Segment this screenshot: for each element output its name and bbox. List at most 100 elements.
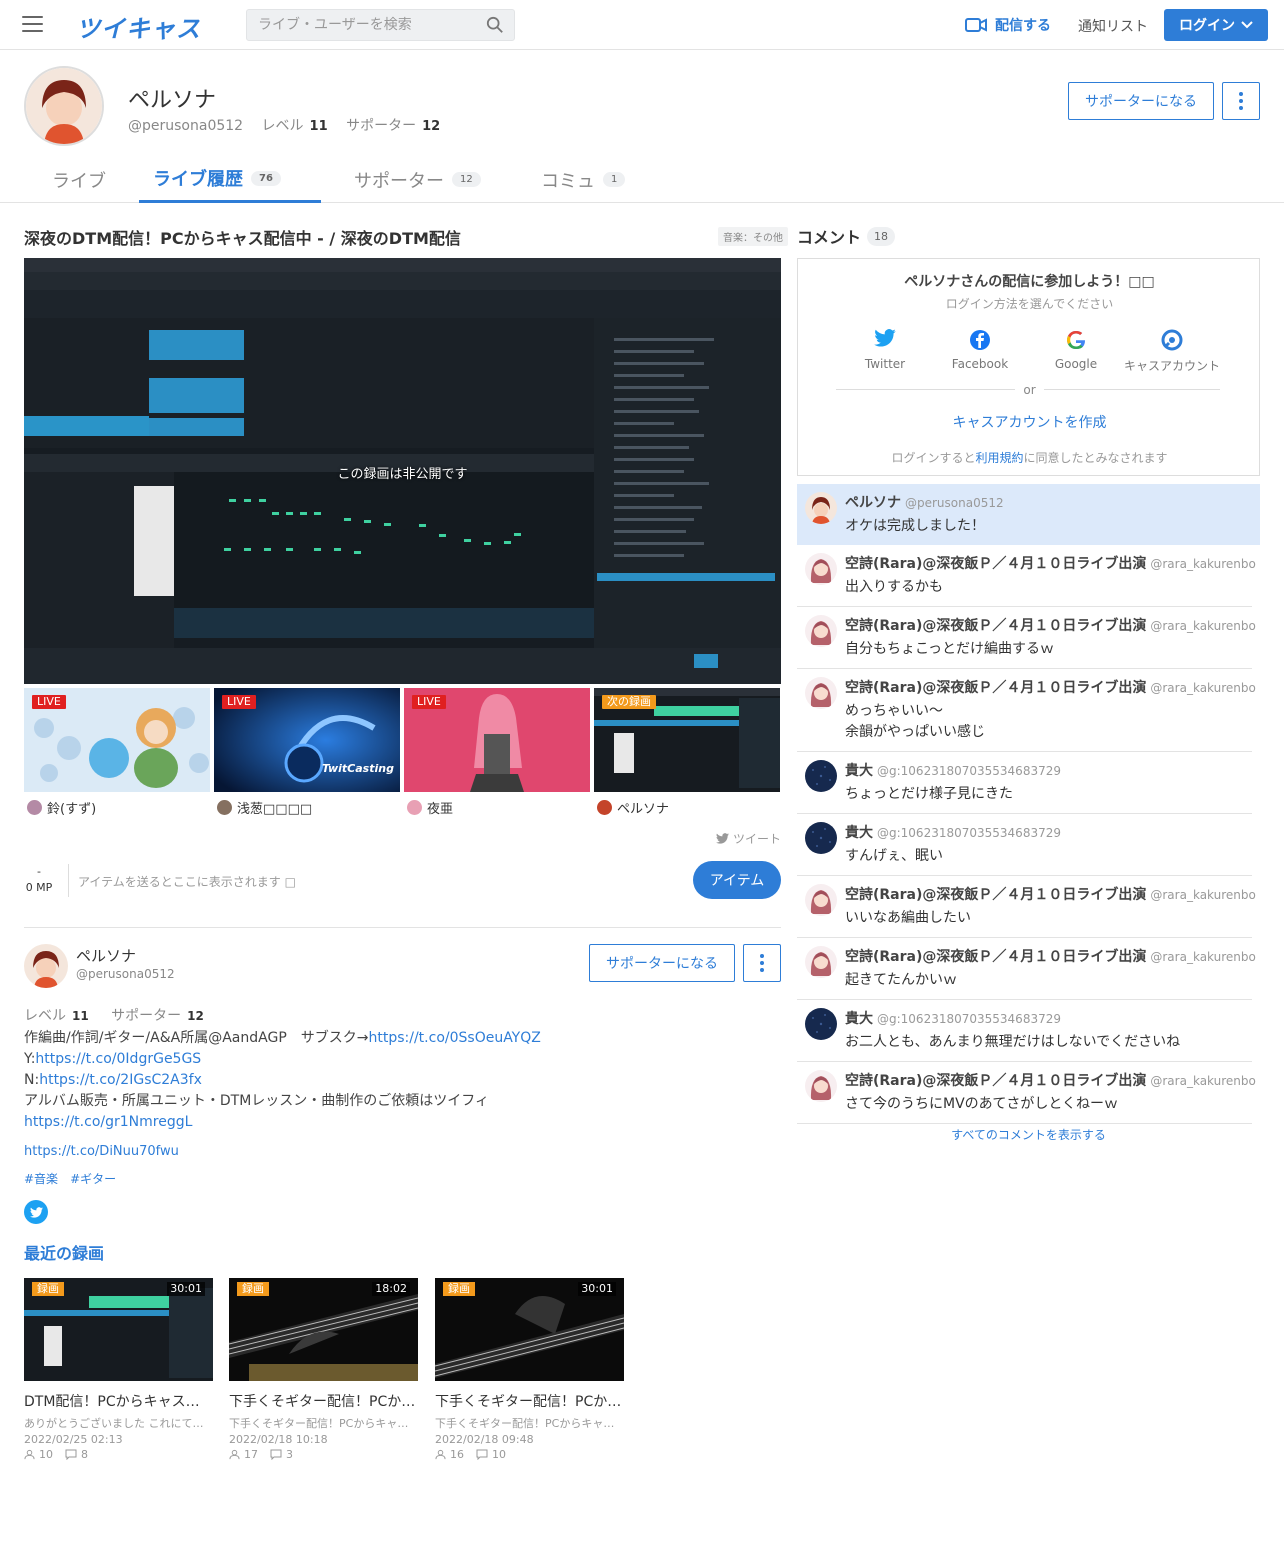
hashtag-link[interactable]: #音楽 — [24, 1170, 58, 1187]
search-input[interactable] — [247, 10, 475, 40]
item-hint: アイテムを送るとここに表示されます □ — [78, 875, 296, 889]
comment-avatar[interactable] — [805, 760, 837, 792]
comment-user-name[interactable]: 貴大 — [845, 825, 873, 841]
twitter-icon — [874, 329, 896, 347]
comment-user-name[interactable]: 貴大 — [845, 1011, 873, 1027]
comment-avatar[interactable] — [805, 946, 837, 978]
twitter-login-button[interactable]: Twitter — [830, 329, 940, 371]
level-label: レベル — [24, 1008, 66, 1024]
tab-live[interactable]: ライブ — [38, 156, 120, 203]
comment-count: 3 — [286, 1448, 293, 1461]
comment-avatar[interactable] — [805, 492, 837, 524]
live-thumb[interactable]: TwitCasting LIVE 浅葱□□□□ — [214, 688, 400, 817]
hashtag-link[interactable]: #ギター — [70, 1170, 116, 1187]
genre-tag[interactable]: 音楽：その他 — [718, 227, 788, 246]
comment-avatar[interactable] — [805, 677, 837, 709]
tab-community[interactable]: コミュ 1 — [527, 156, 639, 203]
comment-avatar[interactable] — [805, 615, 837, 647]
cas-account-login-button[interactable]: キャスアカウント — [1117, 329, 1227, 374]
bio-text: アルバム販売・所属ユニット・DTMレッスン・曲制作のご依頼はツイフィ — [24, 1093, 489, 1109]
sns-label: Twitter — [864, 357, 906, 371]
live-thumb[interactable]: LIVE 鈴(すず) — [24, 688, 210, 817]
comment-avatar[interactable] — [805, 553, 837, 585]
login-button[interactable]: ログイン — [1164, 9, 1268, 41]
more-options-button[interactable] — [1222, 82, 1260, 120]
owner-stats: レベル 11 サポーター 12 — [24, 1005, 222, 1025]
sns-label: キャスアカウント — [1123, 359, 1220, 373]
live-badge: LIVE — [412, 695, 446, 709]
live-thumb[interactable]: LIVE 夜亜 — [404, 688, 590, 817]
next-badge: 次の録画 — [602, 695, 656, 709]
live-badge: LIVE — [222, 695, 256, 709]
recording-card[interactable]: 録画 18:02 下手くそギター配信！PCからキャス配信中 下手くそギター配信！… — [229, 1274, 418, 1461]
search-icon[interactable] — [486, 16, 504, 34]
show-all-comments-link[interactable]: すべてのコメントを表示する — [797, 1126, 1260, 1143]
sns-label: Google — [1054, 357, 1098, 371]
send-item-button[interactable]: アイテム — [693, 861, 781, 899]
comment-user-name[interactable]: 空詩(Rara)@深夜飯Ｐ／４月１０日ライブ出演 — [845, 618, 1146, 634]
tab-live-history[interactable]: ライブ履歴 76 — [139, 156, 321, 203]
comment-icon — [476, 1449, 488, 1460]
owner-extra-link[interactable]: https://t.co/DiNuu70fwu — [24, 1144, 179, 1159]
comment-text: いいなあ編曲したい — [845, 910, 971, 926]
comment-avatar[interactable] — [805, 822, 837, 854]
bio-link[interactable]: https://t.co/gr1NmreggL — [24, 1114, 192, 1130]
become-supporter-button[interactable]: サポーターになる — [589, 944, 735, 982]
related-lives: LIVE 鈴(すず) TwitCasting LIVE 浅葱□□□□ LIVE … — [24, 688, 781, 818]
profile-avatar[interactable] — [24, 66, 104, 146]
comment-user-name[interactable]: 空詩(Rara)@深夜飯Ｐ／４月１０日ライブ出演 — [845, 887, 1146, 903]
mp-counter: - 0 MP — [24, 866, 54, 894]
owner-name[interactable]: ペルソナ — [76, 945, 136, 966]
comment-avatar[interactable] — [805, 1008, 837, 1040]
live-thumb-image: LIVE — [404, 688, 590, 792]
recording-card[interactable]: 録画 30:01 DTM配信！PCからキャス配信中 - ありがとうございました … — [24, 1274, 213, 1461]
comment-avatar[interactable] — [805, 1070, 837, 1102]
bio-text: N: — [24, 1072, 40, 1088]
view-count: 17 — [244, 1448, 258, 1461]
comment-list: ペルソナ @perusona0512 オケは完成しました！ 空詩(Rara)@深夜飯Ｐ… — [797, 484, 1260, 1124]
bio-link[interactable]: https://t.co/2IGsC2A3fx — [39, 1072, 202, 1088]
bio-link[interactable]: https://t.co/0IdgrGe5GS — [35, 1051, 201, 1067]
recording-card[interactable]: 録画 30:01 下手くそギター配信！PCからキャス配信中 下手くそギター配信！… — [435, 1274, 624, 1461]
comment-user-name[interactable]: 空詩(Rara)@深夜飯Ｐ／４月１０日ライブ出演 — [845, 949, 1146, 965]
comment-item: 空詩(Rara)@深夜飯Ｐ／４月１０日ライブ出演 @rara_kakurenbo め… — [797, 669, 1256, 752]
bio-link[interactable]: https://t.co/0SsOeuAYQZ — [369, 1030, 541, 1046]
become-supporter-button[interactable]: サポーターになる — [1068, 82, 1214, 120]
owner-extra-link-wrap: https://t.co/DiNuu70fwu — [24, 1144, 179, 1159]
comment-user-name[interactable]: 貴大 — [845, 763, 873, 779]
comment-user-name[interactable]: 空詩(Rara)@深夜飯Ｐ／４月１０日ライブ出演 — [845, 680, 1146, 696]
tab-count: 76 — [251, 170, 281, 186]
svg-text:TwitCasting: TwitCasting — [322, 762, 394, 775]
create-account-link[interactable]: キャスアカウントを作成 — [798, 412, 1261, 432]
owner-avatar[interactable] — [24, 944, 68, 988]
level-value: 11 — [309, 119, 328, 134]
login-prompt-title: ペルソナさんの配信に参加しよう！□□ — [904, 274, 1155, 290]
comment-user-name[interactable]: 空詩(Rara)@深夜飯Ｐ／４月１０日ライブ出演 — [845, 556, 1146, 572]
level-value: 11 — [72, 1009, 89, 1023]
broadcast-button[interactable]: 配信する — [965, 14, 1051, 36]
twitter-profile-icon[interactable] — [24, 1200, 48, 1224]
tab-supporters[interactable]: サポーター 12 — [340, 156, 495, 203]
recording-desc: 下手くそギター配信！PCからキャス配信中 — [435, 1417, 624, 1430]
comment-text: めっちゃいい～ — [845, 703, 943, 719]
facebook-icon — [970, 330, 990, 350]
menu-icon[interactable] — [22, 16, 43, 32]
facebook-login-button[interactable]: Facebook — [925, 329, 1035, 371]
recording-thumb: 録画 18:02 — [229, 1274, 418, 1381]
tab-label: ライブ — [52, 170, 106, 192]
comment-text: 余韻がやっぱいい感じ — [845, 724, 985, 740]
google-login-button[interactable]: Google — [1021, 329, 1131, 371]
notify-list-link[interactable]: 通知リスト — [1078, 16, 1148, 36]
user-avatar — [217, 800, 232, 815]
terms-link[interactable]: 利用規約 — [975, 451, 1023, 465]
comment-user-name[interactable]: ペルソナ — [845, 495, 901, 511]
more-options-button[interactable] — [743, 944, 781, 982]
video-player[interactable]: この録画は非公開です — [24, 258, 781, 684]
next-recording-thumb[interactable]: 次の録画 ペルソナ — [594, 688, 780, 817]
user-avatar — [597, 800, 612, 815]
comment-item: 空詩(Rara)@深夜飯Ｐ／４月１０日ライブ出演 @rara_kakurenbo 自… — [797, 607, 1256, 669]
comment-avatar[interactable] — [805, 884, 837, 916]
site-logo[interactable]: ツイキャス — [76, 9, 201, 44]
comment-user-name[interactable]: 空詩(Rara)@深夜飯Ｐ／４月１０日ライブ出演 — [845, 1073, 1146, 1089]
tweet-link[interactable]: ツイート — [716, 830, 781, 847]
